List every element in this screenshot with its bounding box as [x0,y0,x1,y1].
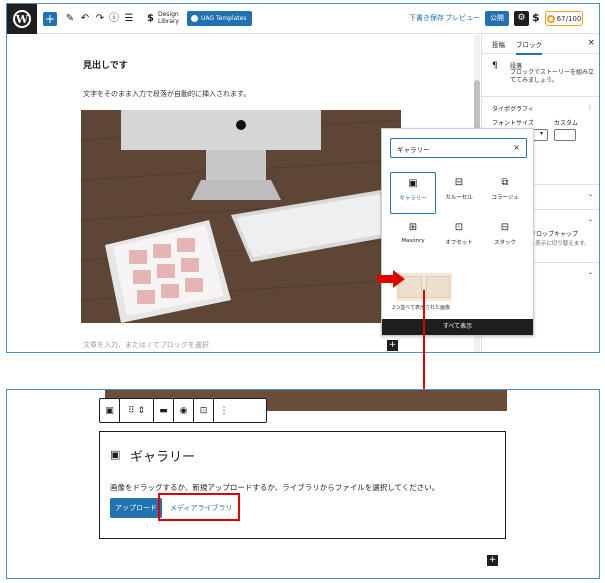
masonry-icon: ⊞ [408,222,418,233]
gallery-icon: ▣ [110,448,121,461]
save-draft-button[interactable]: 下書き保存 [409,13,444,23]
media-library-highlight-annotation [158,493,240,521]
block-option-label: カルーセル [445,195,473,201]
inline-add-block-button[interactable]: + [487,555,498,566]
spectra-icon[interactable]: $ [532,11,540,24]
close-icon[interactable]: × [587,38,595,48]
clear-search-icon[interactable]: × [513,143,520,152]
chevron-down-icon: ▾ [540,130,544,137]
paragraph-block[interactable]: 文字をそのまま入力で段落が自動的に挿入されます。 [83,89,250,99]
seo-score-label: 67/100 [556,14,582,23]
block-option-label: Masonry [401,238,425,244]
undo-icon[interactable]: ↶ [79,12,91,26]
upload-button[interactable]: アップロード [110,498,162,518]
typography-panel-title[interactable]: タイポグラフィ [492,104,534,113]
uag-templates-button[interactable]: UAG Templates [187,11,253,26]
settings-gear-icon[interactable]: ⚙ [514,11,529,26]
editor-toolbar: W + ✎ ↶ ↷ ⓘ ☰ $ Design Library UAG Templ… [7,4,599,34]
pencil-icon[interactable]: ✎ [64,12,76,26]
show-all-button[interactable]: すべて表示 [382,319,533,335]
sidebar-tabs: 投稿 ブロック × [482,34,599,55]
block-type-gallery-icon[interactable]: ▣ [100,399,120,422]
pattern-image [426,276,450,298]
font-size-label: フォントサイズ [492,120,534,127]
design-library-label: Design Library [157,11,179,25]
block-toolbar: ▣ ⠿ ⇕ ▬ ◉ ⊡ ⋮ [99,398,267,423]
block-option-gallery[interactable]: ▣ ギャラリー [390,172,436,214]
more-options-icon[interactable]: ⋮ [587,104,593,111]
uag-icon [191,15,198,22]
inline-add-block-button[interactable]: + [387,340,398,351]
info-icon[interactable]: ⓘ [108,12,120,26]
collage-icon: ⧉ [501,177,509,188]
block-option-collage[interactable]: ⧉ コラージュ [482,172,528,214]
drop-cap-label[interactable]: ドロップキャップ [530,229,578,238]
design-library-icon: $ [147,12,154,24]
paragraph-icon: ¶ [492,61,498,71]
tab-post[interactable]: 投稿 [492,39,505,49]
add-media-icon[interactable]: ⊡ [194,399,214,422]
typography-divider [482,96,599,97]
editor-screenshot-top: W + ✎ ↶ ↷ ⓘ ☰ $ Design Library UAG Templ… [6,3,600,353]
block-option-stack[interactable]: ⊟ スタック [482,217,528,259]
align-icon[interactable]: ▬ [154,399,174,422]
drag-move-handle[interactable]: ⠿ ⇕ [120,399,154,422]
offset-icon: ⊡ [454,222,464,233]
editor-screenshot-bottom: ▣ ⠿ ⇕ ▬ ◉ ⊡ ⋮ ▣ ギャラリー 画像をドラッグするか、新規アップロー… [6,389,600,579]
image-block[interactable] [81,110,401,323]
redo-icon[interactable]: ↷ [94,12,106,26]
gallery-icon: ▣ [408,178,418,189]
drop-cap-description: ...表示に切り替えます。 [530,241,590,247]
tab-block[interactable]: ブロック [516,39,542,55]
block-inserter-popover: ギャラリー × ▣ ギャラリー ⊟ カルーセル ⧉ コラージュ ⊞ Masonr… [381,128,534,336]
dimensions-panel-chevron-icon[interactable]: ⌄ [588,216,593,223]
score-ring-icon [546,14,555,23]
custom-size-input[interactable] [554,129,576,141]
empty-paragraph-placeholder[interactable]: 文章を入力、または / でブロックを選択 [83,340,209,350]
advanced-panel-chevron-icon[interactable]: ⌄ [588,269,593,276]
publish-button[interactable]: 公開 [485,11,509,26]
block-option-offset[interactable]: ⊡ オフセット [436,217,482,259]
stack-icon: ⊟ [500,222,510,233]
block-option-label: スタック [493,240,516,246]
list-view-icon[interactable]: ☰ [123,12,135,26]
block-inserter-button[interactable]: + [43,12,57,26]
carousel-icon: ⊟ [454,177,464,188]
custom-size-label: カスタム [554,120,579,127]
block-option-label: ギャラリー [399,196,427,202]
gallery-placeholder: ▣ ギャラリー 画像をドラッグするか、新規アップロードするか、ライブラリからファ… [99,431,506,539]
block-search-input[interactable]: ギャラリー × [390,138,527,158]
block-option-carousel[interactable]: ⊟ カルーセル [436,172,482,214]
design-library-button[interactable]: $ Design Library [147,11,180,25]
block-search-value: ギャラリー [397,146,430,154]
block-card-description: ブロックでストーリーを組み立ててみましょう。 [510,69,595,84]
heading-block[interactable]: 見出しです [83,58,128,71]
gallery-instructions: 画像をドラッグするか、新規アップロードするか、ライブラリからファイルを選択してく… [110,483,440,492]
more-options-icon[interactable]: ⋮ [214,399,234,422]
block-option-label: オフセット [445,240,473,246]
toggle-icon[interactable]: ◉ [174,399,194,422]
preview-button[interactable]: プレビュー [445,13,480,23]
desk-photo [81,110,401,323]
uag-templates-label: UAG Templates [201,15,247,22]
block-option-label: コラージュ [491,195,519,201]
color-panel-chevron-icon[interactable]: ⌄ [588,191,593,198]
block-option-masonry[interactable]: ⊞ Masonry [390,217,436,259]
gallery-block-title: ギャラリー [130,450,196,465]
red-arrow-annotation [377,270,405,288]
seo-score-button[interactable]: 67/100 [545,11,583,26]
wordpress-logo[interactable]: W [7,4,37,34]
